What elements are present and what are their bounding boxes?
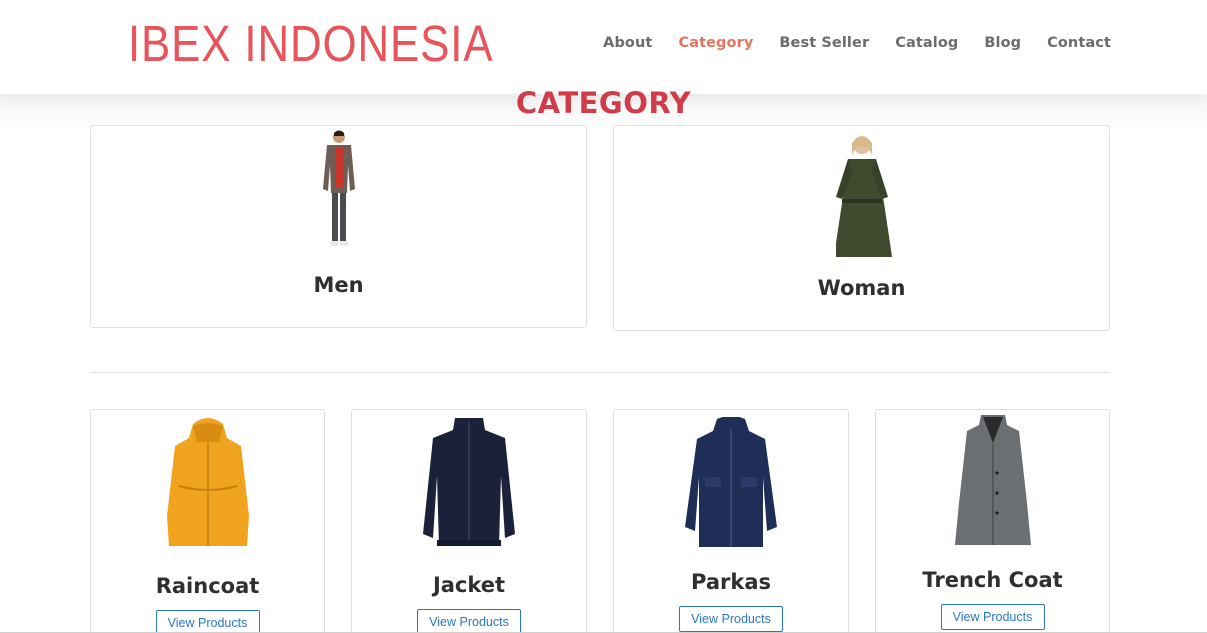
category-card-woman[interactable]: Woman	[613, 125, 1110, 331]
product-card-raincoat: Raincoat View Products	[90, 409, 325, 633]
raincoat-image	[166, 418, 249, 546]
jacket-image	[423, 418, 515, 546]
category-card-men[interactable]: Men	[90, 125, 587, 328]
view-products-trench-coat-button[interactable]: View Products	[940, 604, 1045, 630]
view-products-jacket-button[interactable]: View Products	[417, 609, 521, 633]
trench-coat-image	[954, 415, 1031, 545]
site-logo[interactable]: IBEX INDONESIA	[128, 14, 493, 73]
nav-blog[interactable]: Blog	[984, 35, 1021, 51]
product-card-parkas: Parkas View Products	[613, 409, 849, 633]
section-divider	[90, 372, 1110, 373]
woman-model-image	[835, 136, 892, 257]
nav-contact[interactable]: Contact	[1047, 35, 1111, 51]
product-card-jacket: Jacket View Products	[351, 409, 587, 633]
parkas-image	[685, 417, 777, 547]
product-label-jacket: Jacket	[432, 573, 506, 597]
nav-best-seller[interactable]: Best Seller	[779, 35, 869, 51]
product-label-trench-coat: Trench Coat	[922, 568, 1063, 592]
main-nav: About Category Best Seller Catalog Blog …	[577, 35, 1111, 51]
view-products-raincoat-button[interactable]: View Products	[155, 610, 260, 633]
category-label-men: Men	[313, 273, 364, 297]
men-model-image	[322, 130, 355, 246]
product-label-raincoat: Raincoat	[155, 574, 260, 598]
site-header: IBEX INDONESIA About Category Best Selle…	[0, 0, 1207, 94]
product-label-parkas: Parkas	[691, 570, 771, 594]
view-products-parkas-button[interactable]: View Products	[679, 606, 783, 632]
category-label-woman: Woman	[817, 276, 906, 300]
nav-about[interactable]: About	[603, 35, 652, 51]
nav-category[interactable]: Category	[678, 35, 753, 51]
page-title: CATEGORY	[515, 86, 692, 120]
nav-catalog[interactable]: Catalog	[895, 35, 958, 51]
product-card-trench-coat: Trench Coat View Products	[875, 409, 1110, 633]
